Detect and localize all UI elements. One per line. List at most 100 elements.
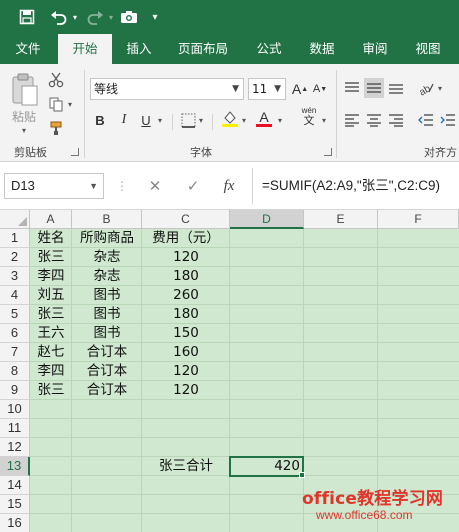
tab-data[interactable]: 数据 (296, 34, 348, 64)
increase-font-icon[interactable]: A ▲ (290, 79, 310, 99)
name-box[interactable]: D13 ▼ (4, 173, 104, 199)
column-header-e[interactable]: E (304, 210, 378, 229)
tab-page-layout[interactable]: 页面布局 (168, 34, 238, 64)
underline-button[interactable]: U (136, 110, 156, 130)
undo-dropdown-icon[interactable]: ▾ (70, 7, 80, 27)
borders-icon[interactable] (178, 110, 198, 130)
formula-bar-grip-icon[interactable]: ⋮ (116, 175, 128, 197)
customize-toolbar-icon[interactable]: ▾ (148, 7, 162, 27)
align-center-icon[interactable] (364, 110, 384, 130)
table-cell-cost[interactable]: 150 (142, 324, 230, 343)
increase-indent-icon[interactable] (438, 110, 458, 130)
clipboard-launcher-icon[interactable] (71, 148, 79, 156)
font-name-select[interactable]: 等线 ▼ (90, 78, 244, 100)
table-cell-product[interactable]: 图书 (72, 305, 142, 324)
orientation-icon[interactable]: ab (416, 78, 436, 98)
header-cell-cost[interactable]: 费用（元） (142, 229, 230, 248)
table-cell-product[interactable]: 合订本 (72, 343, 142, 362)
table-cell-name[interactable]: 王六 (30, 324, 72, 343)
paste-dropdown-icon[interactable]: ▾ (22, 126, 26, 135)
underline-dropdown-icon[interactable]: ▾ (158, 116, 162, 125)
paste-icon[interactable] (10, 72, 40, 112)
tab-formulas[interactable]: 公式 (244, 34, 294, 64)
table-cell-name[interactable]: 赵七 (30, 343, 72, 362)
row-header-13[interactable]: 13 (0, 457, 30, 476)
table-cell-cost[interactable]: 120 (142, 248, 230, 267)
redo-dropdown-icon[interactable]: ▾ (106, 7, 116, 27)
table-cell-name[interactable]: 李四 (30, 362, 72, 381)
save-icon[interactable] (16, 7, 38, 27)
table-cell-name[interactable]: 张三 (30, 381, 72, 400)
table-cell-name[interactable]: 刘五 (30, 286, 72, 305)
font-size-select[interactable]: 11 ▼ (248, 78, 286, 100)
row-header-8[interactable]: 8 (0, 362, 30, 381)
font-color-icon[interactable]: A (254, 108, 274, 128)
borders-dropdown-icon[interactable]: ▾ (199, 116, 203, 125)
fill-color-dropdown-icon[interactable]: ▾ (242, 116, 246, 125)
decrease-font-icon[interactable]: A ▼ (310, 79, 330, 99)
tab-review[interactable]: 审阅 (350, 34, 400, 64)
table-cell-name[interactable]: 张三 (30, 248, 72, 267)
decrease-indent-icon[interactable] (416, 110, 436, 130)
font-launcher-icon[interactable] (324, 148, 332, 156)
row-header-16[interactable]: 16 (0, 514, 30, 532)
align-left-icon[interactable] (342, 110, 362, 130)
table-cell-cost[interactable]: 180 (142, 267, 230, 286)
tab-view[interactable]: 视图 (404, 34, 452, 64)
column-header-f[interactable]: F (378, 210, 459, 229)
bold-button[interactable]: B (90, 110, 110, 130)
header-cell-product[interactable]: 所购商品 (72, 229, 142, 248)
fill-color-icon[interactable] (220, 108, 240, 128)
column-header-c[interactable]: C (142, 210, 230, 229)
table-cell-cost[interactable]: 180 (142, 305, 230, 324)
undo-icon[interactable] (48, 7, 70, 27)
row-header-14[interactable]: 14 (0, 476, 30, 495)
enter-icon[interactable]: ✓ (182, 175, 204, 197)
table-cell-product[interactable]: 杂志 (72, 267, 142, 286)
copy-icon[interactable] (46, 94, 66, 114)
select-all-button[interactable] (0, 210, 30, 229)
table-cell-product[interactable]: 图书 (72, 324, 142, 343)
formula-input[interactable]: =SUMIF(A2:A9,"张三",C2:C9) (262, 175, 440, 197)
table-cell-name[interactable]: 张三 (30, 305, 72, 324)
insert-function-icon[interactable]: fx (218, 175, 240, 197)
table-cell-name[interactable]: 李四 (30, 267, 72, 286)
row-header-10[interactable]: 10 (0, 400, 30, 419)
column-header-a[interactable]: A (30, 210, 72, 229)
row-header-5[interactable]: 5 (0, 305, 30, 324)
header-cell-name[interactable]: 姓名 (30, 229, 72, 248)
paste-label[interactable]: 粘贴 (12, 108, 36, 125)
align-middle-icon[interactable] (364, 78, 384, 98)
row-header-12[interactable]: 12 (0, 438, 30, 457)
row-header-11[interactable]: 11 (0, 419, 30, 438)
align-right-icon[interactable] (386, 110, 406, 130)
row-header-2[interactable]: 2 (0, 248, 30, 267)
table-cell-cost[interactable]: 160 (142, 343, 230, 362)
copy-dropdown-icon[interactable]: ▾ (68, 100, 72, 109)
phonetic-guide-icon[interactable]: wén 文 (296, 106, 322, 127)
format-painter-icon[interactable] (46, 118, 66, 138)
row-header-15[interactable]: 15 (0, 495, 30, 514)
table-cell-cost[interactable]: 260 (142, 286, 230, 305)
cut-icon[interactable] (46, 70, 66, 90)
summary-label-cell[interactable]: 张三合计 (142, 457, 230, 476)
column-header-b[interactable]: B (72, 210, 142, 229)
row-header-3[interactable]: 3 (0, 267, 30, 286)
cancel-icon[interactable]: ✕ (144, 175, 166, 197)
camera-icon[interactable] (118, 7, 140, 27)
orientation-dropdown-icon[interactable]: ▾ (438, 84, 442, 93)
align-bottom-icon[interactable] (386, 78, 406, 98)
table-cell-cost[interactable]: 120 (142, 381, 230, 400)
tab-insert[interactable]: 插入 (114, 34, 164, 64)
table-cell-cost[interactable]: 120 (142, 362, 230, 381)
align-top-icon[interactable] (342, 78, 362, 98)
tab-home[interactable]: 开始 (58, 34, 112, 64)
table-cell-product[interactable]: 图书 (72, 286, 142, 305)
table-cell-product[interactable]: 合订本 (72, 381, 142, 400)
row-header-9[interactable]: 9 (0, 381, 30, 400)
column-header-d[interactable]: D (230, 210, 304, 229)
row-header-6[interactable]: 6 (0, 324, 30, 343)
row-header-1[interactable]: 1 (0, 229, 30, 248)
tab-file[interactable]: 文件 (2, 34, 54, 64)
row-header-7[interactable]: 7 (0, 343, 30, 362)
